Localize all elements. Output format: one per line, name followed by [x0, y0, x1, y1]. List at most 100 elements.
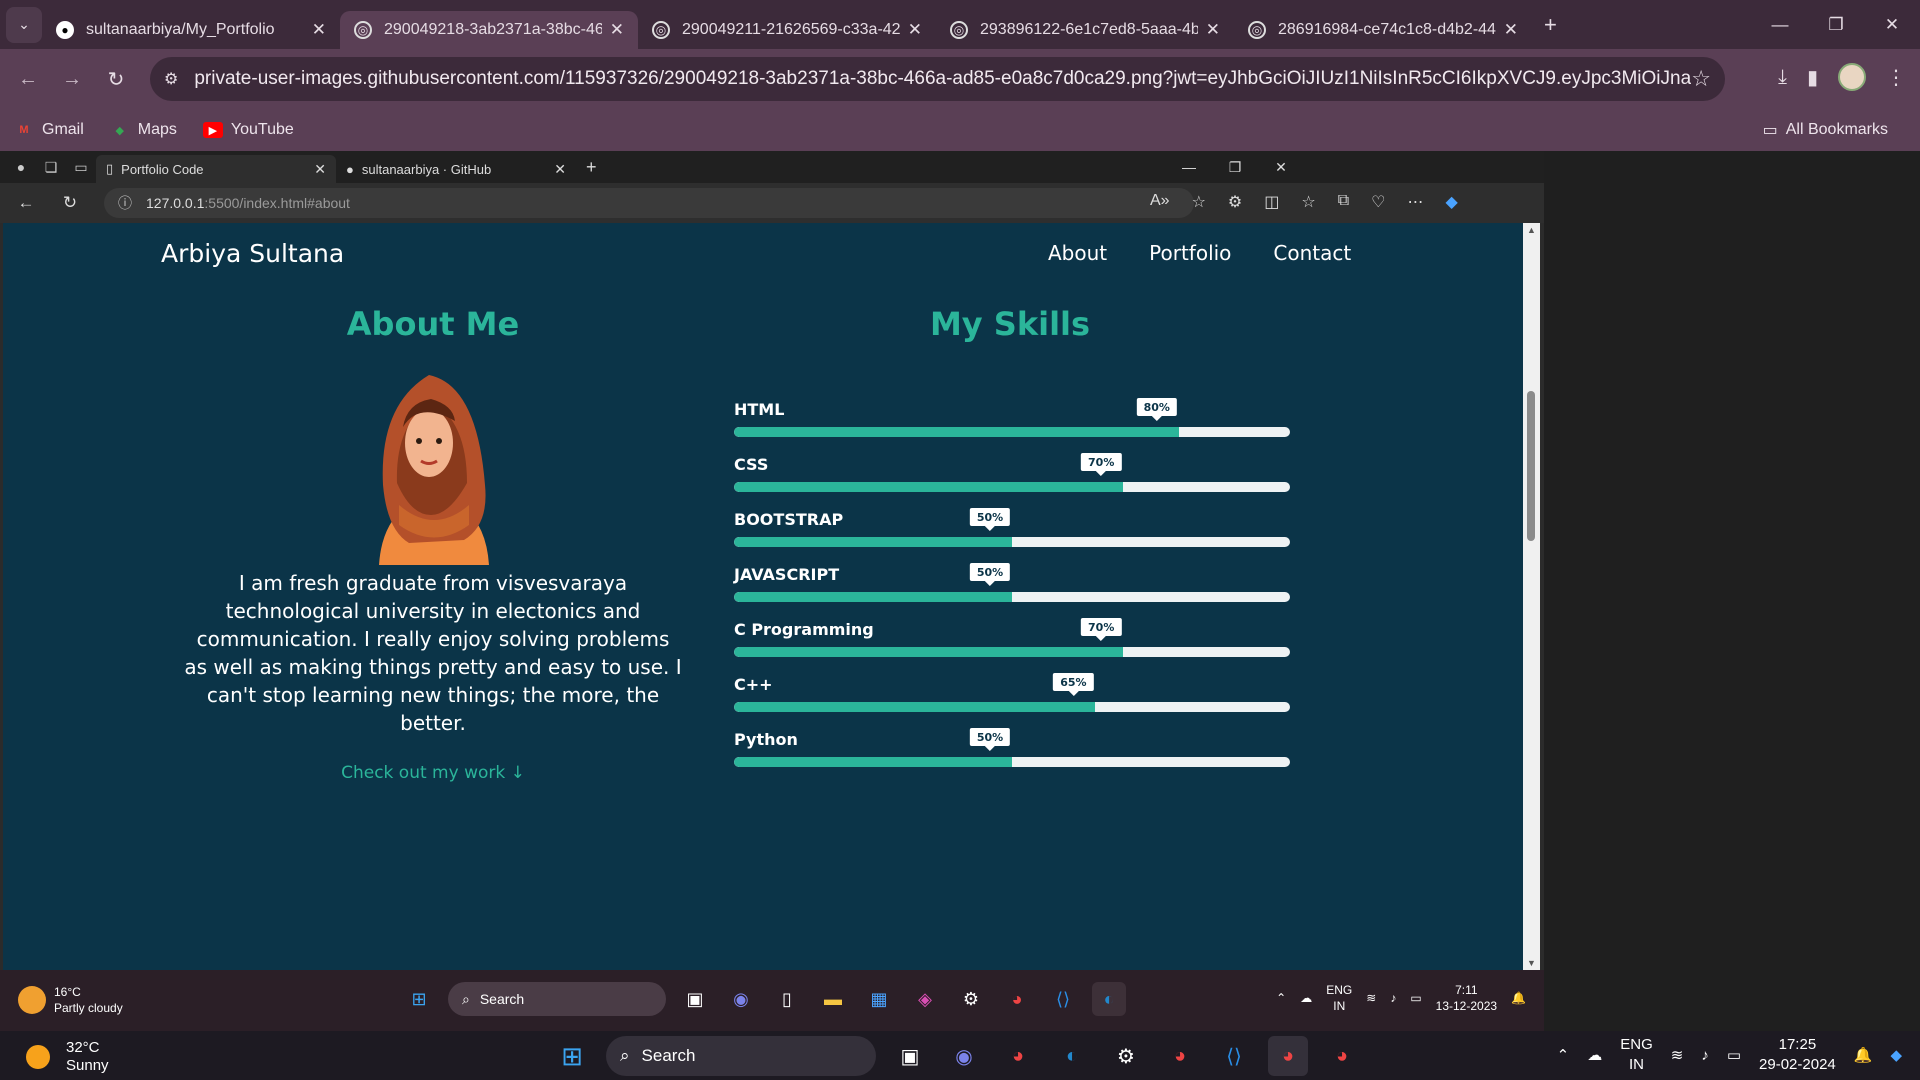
browser-essentials-icon[interactable]: ♡: [1371, 192, 1385, 212]
tray-chevron-icon[interactable]: ⌃: [1276, 991, 1286, 1005]
chrome-active-icon[interactable]: ◕: [1268, 1036, 1308, 1076]
address-url[interactable]: private-user-images.githubusercontent.co…: [194, 68, 1691, 90]
notepad-icon[interactable]: ▯: [770, 982, 804, 1016]
wifi-icon[interactable]: ≋: [1366, 991, 1376, 1005]
forward-icon[interactable]: →: [50, 68, 94, 91]
nav-about[interactable]: About: [1048, 241, 1107, 265]
scroll-up-icon[interactable]: ▲: [1523, 225, 1540, 235]
task-view-icon[interactable]: ▣: [890, 1036, 930, 1076]
page-scrollbar[interactable]: ▲ ▼: [1523, 223, 1540, 970]
outer-tab-4[interactable]: ◎ 293896122-6e1c7ed8-5aaa-4b ✕: [936, 11, 1234, 49]
bookmark-maps[interactable]: ◆ Maps: [110, 121, 177, 139]
reload-icon[interactable]: ↻: [94, 67, 138, 92]
close-tab-icon[interactable]: ✕: [314, 161, 326, 178]
inner-tab-1[interactable]: ▯ Portfolio Code ✕: [96, 155, 336, 183]
language-indicator[interactable]: ENG IN: [1620, 1035, 1653, 1075]
new-tab-button[interactable]: +: [1544, 12, 1557, 38]
notification-icon[interactable]: 🔔: [1511, 991, 1526, 1005]
chrome-profile-icon[interactable]: ◕: [1160, 1036, 1200, 1076]
store-icon[interactable]: ▦: [862, 982, 896, 1016]
all-bookmarks[interactable]: ▭ All Bookmarks: [1763, 120, 1888, 140]
tab-search-button[interactable]: ⌄: [6, 6, 42, 43]
vscode-icon[interactable]: ⟨⟩: [1046, 982, 1080, 1016]
edge-icon[interactable]: ◐: [1092, 982, 1126, 1016]
minimize-icon[interactable]: —: [1752, 0, 1808, 49]
battery-icon[interactable]: ▭: [1727, 1046, 1741, 1064]
scroll-down-icon[interactable]: ▼: [1523, 958, 1540, 968]
favorites-icon[interactable]: ☆: [1301, 192, 1315, 212]
inner-tab-2[interactable]: ● sultanaarbiya · GitHub ✕: [336, 155, 576, 183]
copilot-icon[interactable]: ◆: [1890, 1046, 1902, 1064]
app-icon[interactable]: ◈: [908, 982, 942, 1016]
new-tab-button[interactable]: +: [586, 157, 597, 178]
download-icon[interactable]: ⤓: [1778, 66, 1787, 89]
close-window-icon[interactable]: ✕: [1864, 0, 1920, 49]
notification-icon[interactable]: 🔔: [1854, 1046, 1873, 1064]
copilot-icon[interactable]: ◆: [1446, 192, 1458, 212]
chat-icon[interactable]: ◉: [944, 1036, 984, 1076]
back-icon[interactable]: ←: [6, 68, 50, 91]
clock[interactable]: 17:25 29-02-2024: [1759, 1035, 1836, 1075]
onedrive-icon[interactable]: ☁: [1587, 1046, 1602, 1064]
start-icon[interactable]: ⊞: [402, 982, 436, 1016]
extensions-icon[interactable]: ⚙: [1228, 192, 1242, 212]
split-screen-icon[interactable]: ◫: [1264, 192, 1279, 212]
taskbar-search[interactable]: ⌕ Search: [448, 982, 666, 1016]
close-tab-icon[interactable]: ✕: [1206, 20, 1220, 40]
minimize-icon[interactable]: —: [1166, 151, 1212, 183]
more-icon[interactable]: ⋯: [1408, 192, 1424, 212]
check-out-work-link[interactable]: Check out my work ↓: [183, 763, 683, 783]
close-tab-icon[interactable]: ✕: [312, 20, 326, 40]
chrome-icon[interactable]: ◕: [998, 1036, 1038, 1076]
info-icon[interactable]: ⓘ: [118, 193, 132, 213]
wifi-icon[interactable]: ≋: [1671, 1046, 1684, 1064]
bookmark-youtube[interactable]: ▶ YouTube: [202, 121, 294, 139]
reload-icon[interactable]: ↻: [52, 193, 88, 213]
nav-portfolio[interactable]: Portfolio: [1149, 241, 1231, 265]
profile-avatar[interactable]: [1838, 63, 1866, 91]
settings-icon[interactable]: ⚙: [1106, 1036, 1146, 1076]
collections-icon[interactable]: ⧉: [1338, 192, 1349, 212]
chat-icon[interactable]: ◉: [724, 982, 758, 1016]
scrollbar-thumb[interactable]: [1527, 391, 1535, 541]
close-tab-icon[interactable]: ✕: [610, 20, 624, 40]
volume-muted-icon[interactable]: ♪: [1701, 1047, 1709, 1064]
volume-icon[interactable]: ♪: [1390, 991, 1396, 1005]
weather-widget[interactable]: 16°C Partly cloudy: [18, 984, 123, 1016]
restore-icon[interactable]: ❐: [1808, 0, 1864, 49]
nav-contact[interactable]: Contact: [1273, 241, 1351, 265]
outer-tab-2[interactable]: ◎ 290049218-3ab2371a-38bc-46 ✕: [340, 10, 638, 49]
taskbar-search[interactable]: ⌕ Search: [606, 1036, 876, 1076]
menu-icon[interactable]: ⋮: [1886, 65, 1906, 90]
weather-widget[interactable]: 32°C Sunny: [26, 1039, 109, 1075]
onedrive-icon[interactable]: ☁: [1300, 991, 1312, 1005]
close-window-icon[interactable]: ✕: [1258, 151, 1304, 183]
site-info-icon[interactable]: ⚙: [164, 69, 178, 89]
settings-icon[interactable]: ⚙: [954, 982, 988, 1016]
close-tab-icon[interactable]: ✕: [554, 161, 566, 178]
read-aloud-icon[interactable]: A»: [1150, 192, 1170, 212]
site-brand[interactable]: Arbiya Sultana: [161, 239, 344, 268]
outer-tab-3[interactable]: ◎ 290049211-21626569-c33a-42 ✕: [638, 11, 936, 49]
bookmark-gmail[interactable]: M Gmail: [14, 121, 83, 139]
clock[interactable]: 7:11 13-12-2023: [1436, 982, 1497, 1014]
file-explorer-icon[interactable]: ▬: [816, 982, 850, 1016]
outer-tab-1[interactable]: ● sultanaarbiya/My_Portfolio ✕: [42, 11, 340, 49]
profile-icon[interactable]: ●: [6, 159, 36, 175]
address-bar[interactable]: ⚙ private-user-images.githubusercontent.…: [150, 57, 1725, 101]
restore-icon[interactable]: ❐: [1212, 151, 1258, 183]
edge-icon[interactable]: ◐: [1052, 1036, 1092, 1076]
battery-icon[interactable]: ▭: [1410, 991, 1421, 1005]
language-indicator[interactable]: ENG IN: [1326, 982, 1352, 1014]
workspaces-icon[interactable]: ❏: [36, 159, 66, 176]
start-icon[interactable]: ⊞: [552, 1036, 592, 1076]
tab-actions-icon[interactable]: ▭: [66, 159, 96, 176]
chrome-icon[interactable]: ◕: [1000, 982, 1034, 1016]
back-icon[interactable]: ←: [8, 193, 44, 213]
favorite-star-icon[interactable]: ☆: [1192, 192, 1206, 212]
outer-tab-5[interactable]: ◎ 286916984-ce74c1c8-d4b2-44 ✕: [1234, 11, 1532, 49]
close-tab-icon[interactable]: ✕: [908, 20, 922, 40]
side-panel-icon[interactable]: ▮: [1807, 65, 1818, 90]
bookmark-star-icon[interactable]: ☆: [1691, 66, 1711, 92]
task-view-icon[interactable]: ▣: [678, 982, 712, 1016]
